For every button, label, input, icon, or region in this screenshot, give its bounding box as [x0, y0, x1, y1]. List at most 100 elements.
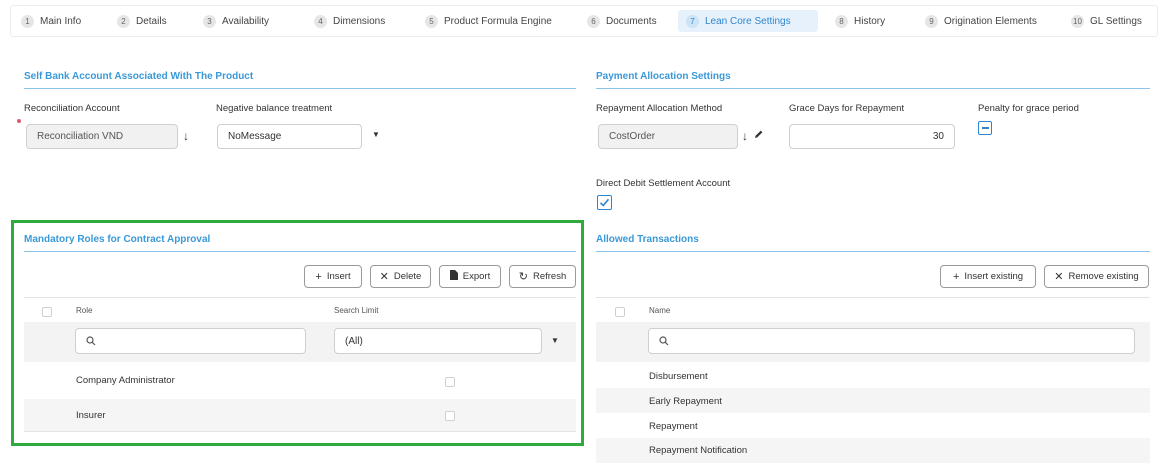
tab-history[interactable]: 8 History [827, 10, 893, 32]
refresh-icon: ↻ [518, 271, 528, 283]
tab-label: Documents [606, 15, 657, 27]
reconciliation-account-field[interactable]: Reconciliation VND [26, 124, 178, 149]
insert-button[interactable]: + Insert [304, 265, 362, 288]
remove-existing-label: Remove existing [1068, 271, 1139, 282]
name-cell: Repayment Notification [649, 445, 748, 456]
grace-days-label: Grace Days for Repayment [789, 103, 905, 114]
tab-label: Dimensions [333, 15, 386, 27]
select-all-checkbox[interactable] [42, 307, 52, 317]
remove-existing-button[interactable]: ✕ Remove existing [1044, 265, 1149, 288]
name-cell: Repayment [649, 421, 698, 432]
section-divider [596, 88, 1150, 89]
tab-label: Main Info [40, 15, 82, 27]
tab-gl-settings[interactable]: 10 GL Settings [1063, 10, 1150, 32]
table-row[interactable]: Repayment [596, 413, 1150, 438]
reconciliation-account-label: Reconciliation Account [24, 103, 120, 114]
tab-product-formula-engine[interactable]: 5 Product Formula Engine [417, 10, 560, 32]
arrow-down-icon[interactable]: ↓ [742, 129, 748, 143]
penalty-grace-label: Penalty for grace period [978, 103, 1079, 114]
negative-balance-label: Negative balance treatment [216, 103, 333, 114]
insert-existing-label: Insert existing [964, 271, 1024, 282]
role-cell: Insurer [76, 410, 106, 421]
tab-label: Lean Core Settings [705, 15, 791, 27]
column-header-name[interactable]: Name [649, 306, 670, 315]
tab-number: 1 [21, 14, 34, 28]
role-search-input[interactable] [75, 328, 306, 354]
penalty-grace-checkbox[interactable] [978, 121, 992, 135]
tab-number: 9 [925, 14, 938, 28]
close-icon: ✕ [379, 271, 389, 283]
dropdown-caret-icon[interactable]: ▼ [551, 336, 559, 345]
tab-label: Product Formula Engine [444, 15, 552, 27]
column-header-role[interactable]: Role [76, 306, 92, 315]
insert-existing-button[interactable]: + Insert existing [940, 265, 1036, 288]
tab-label: Origination Elements [944, 15, 1037, 27]
checkmark-icon [599, 198, 610, 207]
repayment-method-label: Repayment Allocation Method [596, 103, 723, 114]
delete-button[interactable]: ✕ Delete [370, 265, 431, 288]
negative-balance-select[interactable]: NoMessage [217, 124, 362, 149]
table-row[interactable]: Disbursement [596, 364, 1150, 388]
grid-divider [596, 297, 1150, 298]
table-row[interactable]: Insurer [24, 399, 576, 431]
table-row[interactable]: Early Repayment [596, 388, 1150, 413]
tab-number: 10 [1071, 14, 1084, 28]
insert-button-label: Insert [326, 271, 351, 282]
search-limit-checkbox[interactable] [445, 377, 455, 387]
export-button-label: Export [462, 271, 491, 282]
payment-allocation-section-title: Payment Allocation Settings [596, 71, 731, 82]
tab-availability[interactable]: 3 Availability [195, 10, 277, 32]
delete-button-label: Delete [393, 271, 422, 282]
column-header-search-limit[interactable]: Search Limit [334, 306, 378, 315]
grace-days-input[interactable]: 30 [789, 124, 955, 149]
pencil-icon[interactable] [754, 129, 764, 142]
grid-divider [24, 431, 576, 432]
document-icon [449, 270, 458, 283]
tab-label: History [854, 15, 886, 27]
table-row[interactable]: Company Administrator [24, 364, 576, 397]
plus-icon: + [952, 270, 960, 283]
table-row[interactable]: Repayment Notification [596, 438, 1150, 463]
required-indicator [17, 119, 21, 123]
direct-debit-checkbox[interactable] [597, 195, 612, 210]
tab-label: Details [136, 15, 167, 27]
tab-origination-elements[interactable]: 9 Origination Elements [917, 10, 1045, 32]
tab-label: GL Settings [1090, 15, 1142, 27]
dropdown-caret-icon[interactable]: ▼ [372, 130, 380, 139]
search-limit-select[interactable]: (All) [334, 328, 542, 354]
name-cell: Disbursement [649, 371, 708, 382]
tab-number: 4 [314, 14, 327, 28]
mandatory-roles-section-title: Mandatory Roles for Contract Approval [24, 234, 211, 245]
tab-number: 2 [117, 14, 130, 28]
tab-number: 5 [425, 14, 438, 28]
repayment-method-field[interactable]: CostOrder [598, 124, 738, 149]
name-cell: Early Repayment [649, 396, 722, 407]
section-divider [596, 251, 1150, 252]
plus-icon: + [315, 270, 322, 283]
role-cell: Company Administrator [76, 375, 175, 386]
tab-main-info[interactable]: 1 Main Info [13, 10, 89, 32]
section-divider [24, 88, 576, 89]
tab-number: 6 [587, 14, 600, 28]
tab-dimensions[interactable]: 4 Dimensions [306, 10, 393, 32]
search-icon [86, 336, 96, 346]
refresh-button-label: Refresh [532, 271, 567, 282]
tab-number: 3 [203, 14, 216, 28]
grid-divider [24, 297, 576, 298]
tab-lean-core-settings[interactable]: 7 Lean Core Settings [678, 10, 818, 32]
tab-number: 8 [835, 14, 848, 28]
refresh-button[interactable]: ↻ Refresh [509, 265, 576, 288]
tab-documents[interactable]: 6 Documents [579, 10, 665, 32]
arrow-down-icon[interactable]: ↓ [183, 129, 189, 143]
tab-number: 7 [686, 14, 699, 28]
self-bank-section-title: Self Bank Account Associated With The Pr… [24, 71, 254, 82]
export-button[interactable]: Export [439, 265, 501, 288]
search-icon [659, 336, 669, 346]
allowed-transactions-section-title: Allowed Transactions [596, 234, 699, 245]
search-limit-checkbox[interactable] [445, 411, 455, 421]
name-search-input[interactable] [648, 328, 1135, 354]
tab-bar: 1 Main Info 2 Details 3 Availability 4 Dimen… [10, 5, 1158, 37]
select-all-checkbox[interactable] [615, 307, 625, 317]
tab-details[interactable]: 2 Details [109, 10, 175, 32]
tab-label: Availability [222, 15, 270, 27]
